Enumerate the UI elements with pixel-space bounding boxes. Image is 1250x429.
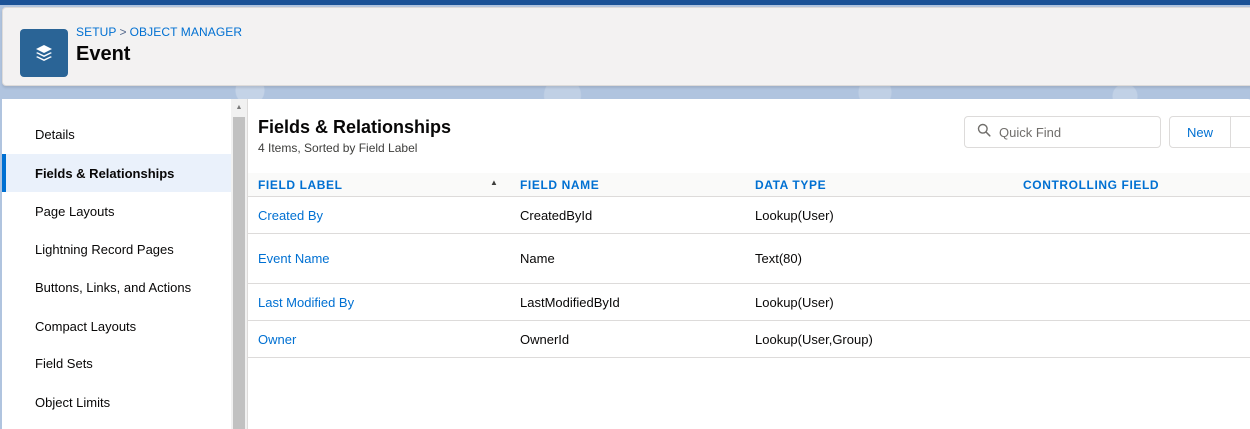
sidebar-item-label: Page Layouts: [35, 203, 115, 219]
sidebar-item-details[interactable]: Details: [2, 115, 231, 153]
content-area: Details Fields & Relationships Page Layo…: [2, 99, 1250, 429]
sidebar-item-label: Fields & Relationships: [35, 165, 175, 181]
object-header: SETUP > OBJECT MANAGER Event: [2, 7, 1250, 86]
breadcrumb: SETUP > OBJECT MANAGER: [76, 25, 242, 39]
layers-icon: [20, 29, 68, 77]
sidebar-item-label: Object Limits: [35, 394, 111, 410]
sidebar-item-label: Field Sets: [35, 355, 93, 371]
field-label-link[interactable]: Event Name: [258, 234, 330, 283]
field-name-cell: CreatedById: [520, 207, 593, 223]
sidebar-item-label: Lightning Record Pages: [35, 241, 174, 257]
scroll-up-arrow-icon[interactable]: ▲: [231, 99, 247, 115]
next-action-button[interactable]: [1230, 116, 1250, 148]
breadcrumb-separator: >: [119, 25, 127, 39]
new-button[interactable]: New: [1169, 116, 1231, 148]
field-name-cell: OwnerId: [520, 331, 570, 347]
sidebar-item-page-layouts[interactable]: Page Layouts: [2, 192, 231, 230]
table-row: Created By CreatedById Lookup(User): [248, 197, 1250, 234]
field-name-cell: Name: [520, 251, 555, 266]
breadcrumb-setup[interactable]: SETUP: [76, 25, 117, 39]
column-header-data-type[interactable]: DATA TYPE: [755, 173, 826, 197]
column-header-field-name[interactable]: FIELD NAME: [520, 173, 599, 197]
quick-find-input[interactable]: [999, 124, 1159, 140]
field-label-link[interactable]: Owner: [258, 321, 296, 357]
sidebar-item-label: Details: [35, 126, 75, 142]
main-panel: Fields & Relationships 4 Items, Sorted b…: [247, 99, 1250, 429]
page-title: Event: [76, 43, 131, 65]
data-type-cell: Lookup(User): [755, 207, 834, 223]
scrollbar-thumb[interactable]: [233, 117, 245, 429]
column-header-field-label[interactable]: FIELD LABEL: [258, 173, 343, 197]
item-count: 4 Items, Sorted by Field Label: [258, 141, 418, 155]
sidebar-item-fields-relationships[interactable]: Fields & Relationships: [2, 154, 231, 192]
sidebar-item-label: Compact Layouts: [35, 318, 137, 334]
field-label-link[interactable]: Last Modified By: [258, 284, 354, 320]
table-row: Event Name Name Text(80): [248, 234, 1250, 284]
data-type-cell: Lookup(User): [755, 294, 834, 310]
data-type-cell: Lookup(User,Group): [755, 331, 873, 347]
sidebar-item-lightning-record-pages[interactable]: Lightning Record Pages: [2, 230, 231, 268]
data-type-cell: Text(80): [755, 251, 802, 266]
sidebar-item-field-sets[interactable]: Field Sets: [2, 344, 231, 382]
sidebar-item-buttons-links-actions[interactable]: Buttons, Links, and Actions: [2, 268, 231, 306]
table-row: Last Modified By LastModifiedById Lookup…: [248, 284, 1250, 321]
field-name-cell: LastModifiedById: [520, 294, 620, 310]
section-title: Fields & Relationships: [258, 117, 452, 137]
sidebar-item-compact-layouts[interactable]: Compact Layouts: [2, 307, 231, 345]
sidebar-item-label: Buttons, Links, and Actions: [35, 279, 192, 295]
column-header-controlling-field[interactable]: CONTROLLING FIELD: [1023, 173, 1159, 197]
search-icon: [977, 123, 991, 142]
table-header: FIELD LABEL ▲ FIELD NAME DATA TYPE CONTR…: [248, 173, 1250, 197]
sidebar-item-object-limits[interactable]: Object Limits: [2, 383, 231, 421]
table-row: Owner OwnerId Lookup(User,Group): [248, 321, 1250, 358]
quick-find-box[interactable]: [964, 116, 1161, 148]
breadcrumb-object-manager[interactable]: OBJECT MANAGER: [130, 25, 243, 39]
field-label-link[interactable]: Created By: [258, 197, 323, 233]
sidebar: Details Fields & Relationships Page Layo…: [2, 99, 231, 429]
sort-ascending-icon[interactable]: ▲: [490, 178, 498, 187]
